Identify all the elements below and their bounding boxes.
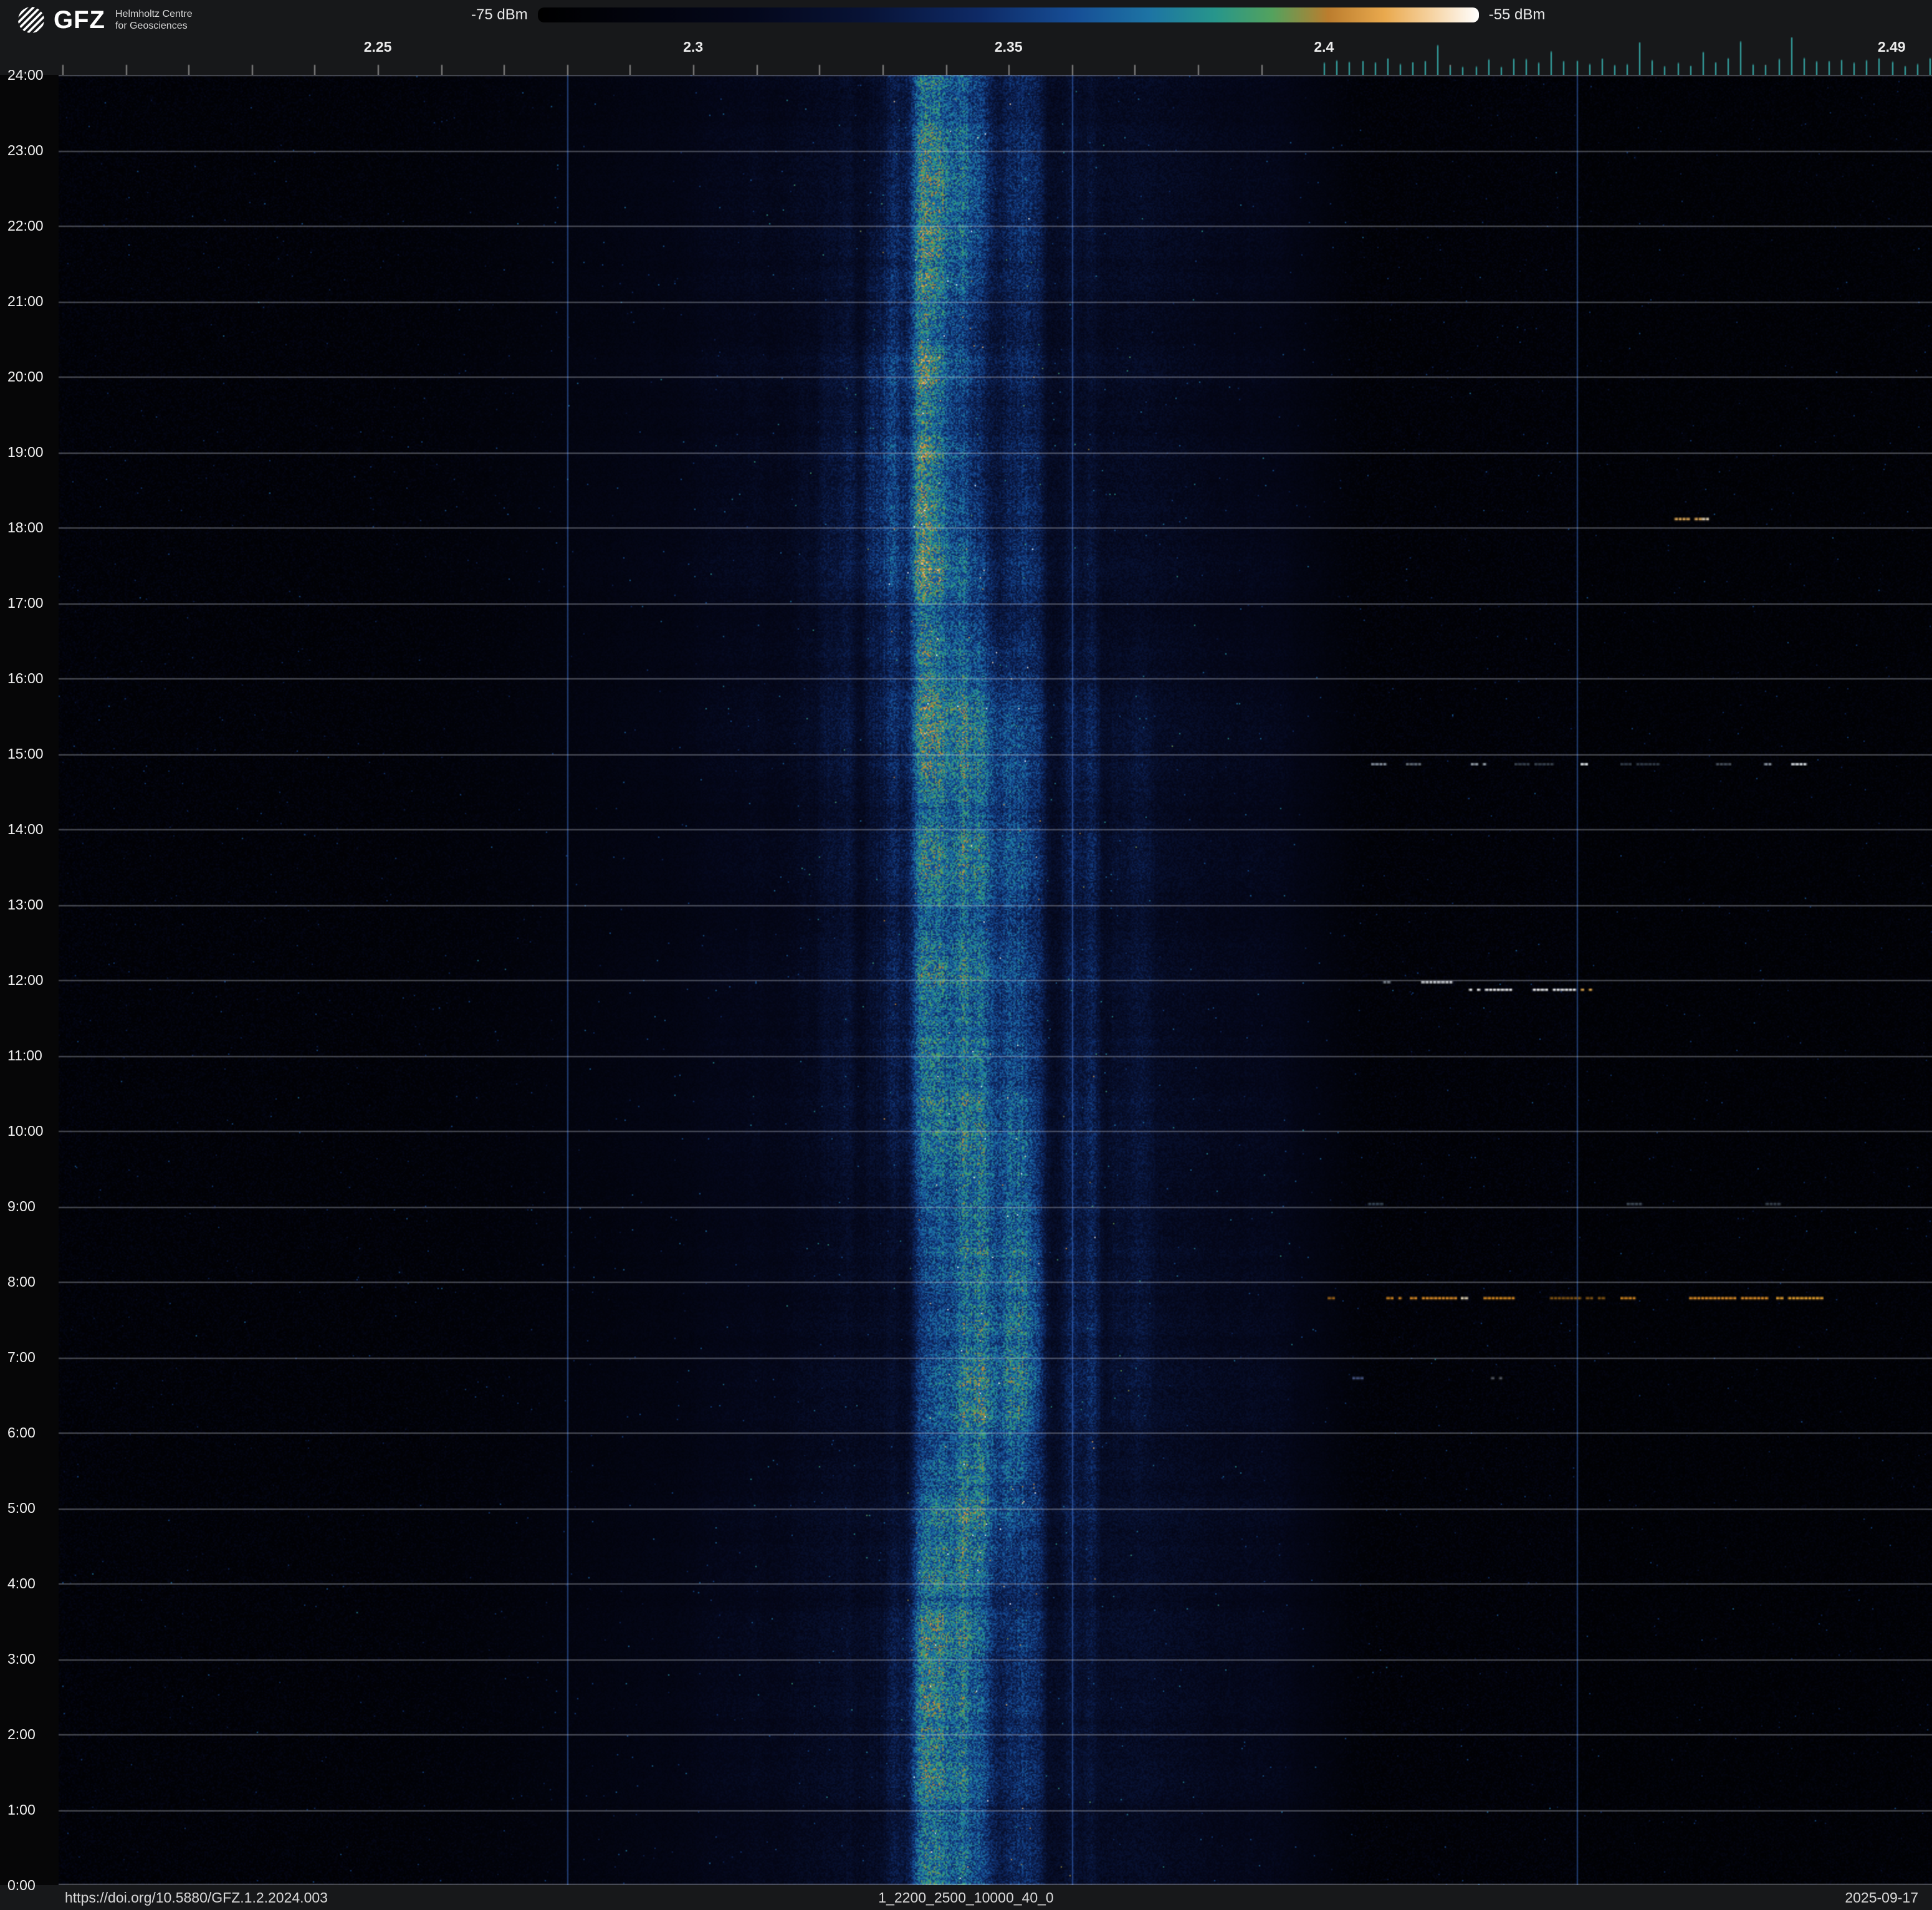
time-tick-label: 13:00 [7, 896, 44, 913]
gfz-logo: GFZ Helmholtz Centre for Geosciences [16, 5, 193, 35]
time-tick-label: 21:00 [7, 293, 44, 309]
time-tick-label: 7:00 [7, 1349, 36, 1365]
time-tick-label: 4:00 [7, 1575, 36, 1591]
time-tick-label: 15:00 [7, 746, 44, 762]
brand-subtitle-line2: for Geosciences [115, 21, 188, 31]
spectrogram-canvas [59, 75, 1932, 1885]
freq-tick-label: 2.4 [1314, 39, 1334, 55]
time-tick-label: 14:00 [7, 821, 44, 837]
time-tick-label: 2:00 [7, 1726, 36, 1742]
spectrogram-page: GFZ Helmholtz Centre for Geosciences -75… [0, 0, 1932, 1910]
time-tick-label: 22:00 [7, 218, 44, 234]
time-tick-label: 20:00 [7, 368, 44, 385]
freq-tick-label: 2.3 [683, 39, 704, 55]
time-tick-label: 3:00 [7, 1651, 36, 1667]
time-tick-label: 0:00 [7, 1877, 36, 1893]
time-tick-label: 10:00 [7, 1123, 44, 1139]
gfz-logo-icon [16, 5, 46, 35]
colorbar-gradient [537, 7, 1479, 22]
time-tick-label: 1:00 [7, 1802, 36, 1818]
freq-tick-label: 2.49 [1877, 39, 1906, 55]
footer-bar: https://doi.org/10.5880/GFZ.1.2.2024.003… [0, 1885, 1932, 1910]
freq-tick-label: 2.35 [994, 39, 1023, 55]
time-tick-label: 11:00 [7, 1047, 42, 1063]
time-tick-label: 9:00 [7, 1198, 36, 1214]
colorbar-min-label: -75 dBm [471, 6, 528, 23]
brand-title: GFZ [54, 6, 105, 34]
date-label: 2025-09-17 [1845, 1889, 1918, 1906]
colorbar-max-label: -55 dBm [1488, 6, 1546, 23]
brand-subtitle: Helmholtz Centre for Geosciences [115, 8, 193, 32]
filename-label: 1_2200_2500_10000_40_0 [878, 1889, 1054, 1906]
time-tick-label: 24:00 [7, 67, 44, 83]
time-tick-label: 16:00 [7, 670, 44, 686]
time-tick-label: 8:00 [7, 1274, 36, 1290]
time-tick-label: 17:00 [7, 595, 44, 611]
time-tick-label: 6:00 [7, 1424, 36, 1441]
colorbar-legend: -75 dBm -55 dBm [471, 6, 1545, 24]
doi-link[interactable]: https://doi.org/10.5880/GFZ.1.2.2024.003 [65, 1885, 328, 1910]
time-tick-label: 5:00 [7, 1500, 36, 1516]
time-tick-label: 18:00 [7, 519, 44, 535]
time-tick-label: 12:00 [7, 972, 44, 988]
time-tick-label: 19:00 [7, 444, 44, 460]
brand-subtitle-line1: Helmholtz Centre [115, 8, 193, 19]
freq-tick-label: 2.25 [363, 39, 392, 55]
time-tick-label: 23:00 [7, 142, 44, 158]
